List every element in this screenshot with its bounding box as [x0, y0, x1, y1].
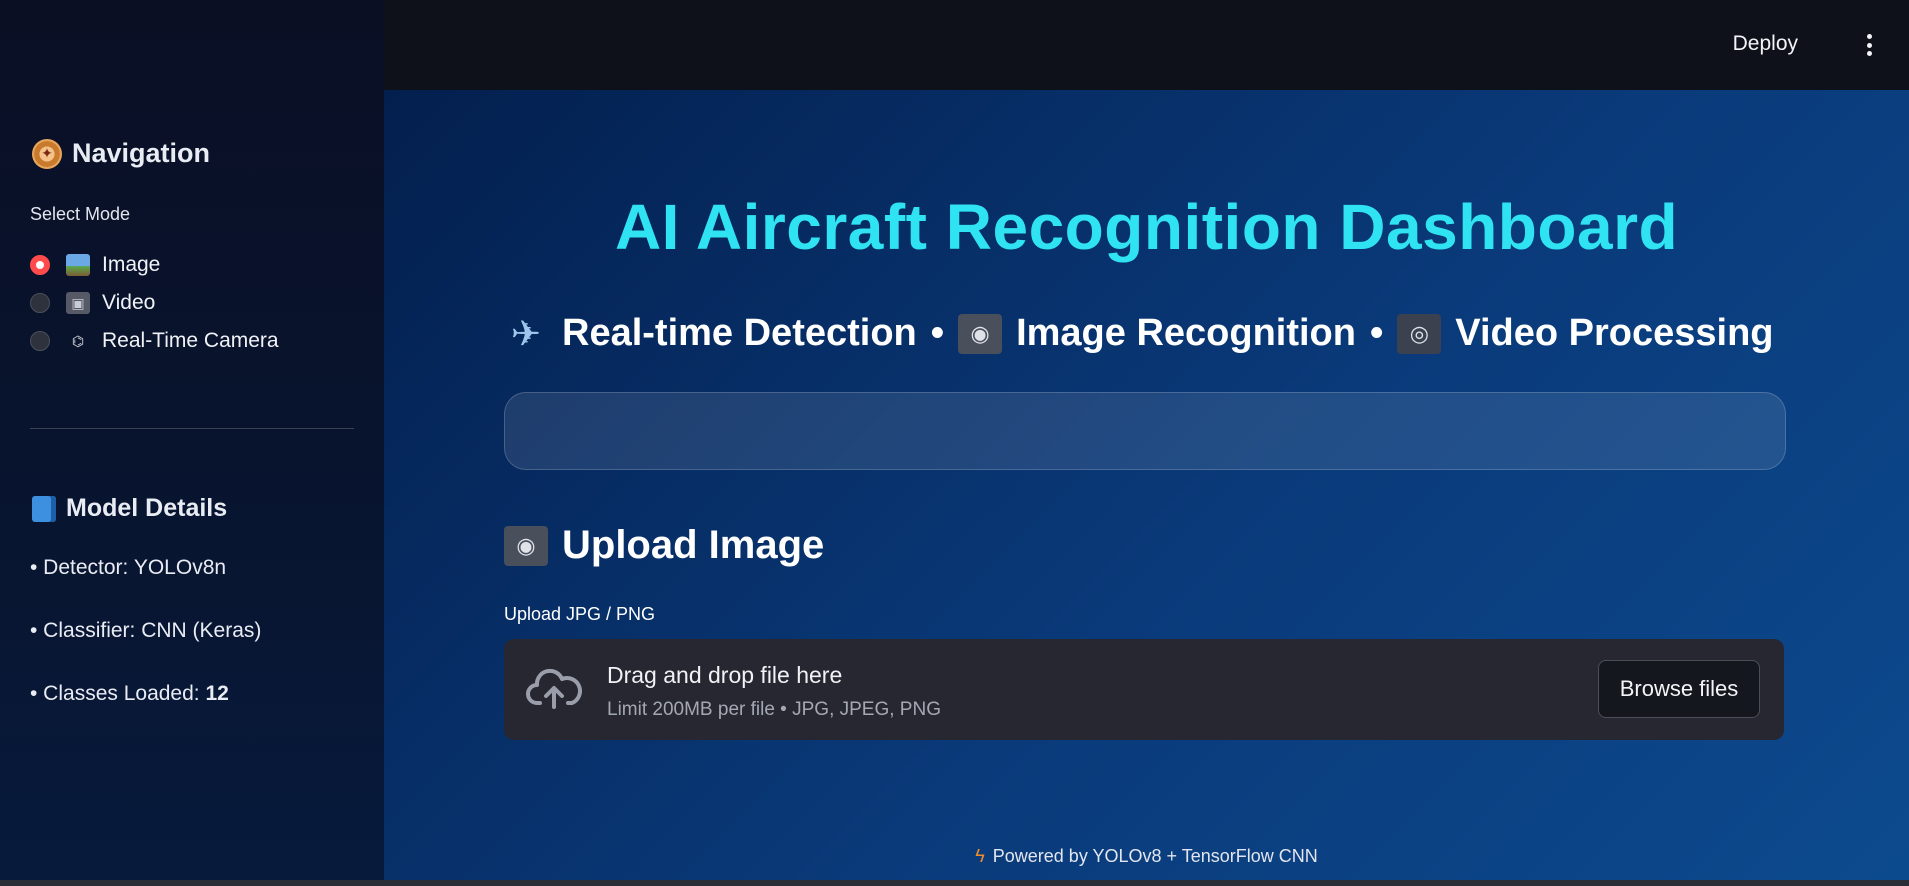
subtitle-image: Image Recognition: [1016, 312, 1356, 354]
detector-detail: • Detector: YOLOv8n: [30, 556, 227, 579]
subtitle-video: Video Processing: [1455, 312, 1774, 354]
mode-label-camera: Real-Time Camera: [102, 329, 279, 352]
kebab-dot: [1867, 34, 1872, 39]
mode-radio-group: Image ▣ Video ⌬ Real-Time Camera: [30, 246, 279, 360]
cloud-upload-icon: [526, 668, 582, 709]
upload-image-heading: ◉ Upload Image: [504, 523, 824, 568]
glass-info-panel: [504, 392, 1786, 470]
subtitle-separator: •: [1369, 312, 1384, 354]
model-details-title: Model Details: [66, 494, 228, 522]
classes-detail: • Classes Loaded: 12: [30, 682, 229, 706]
compass-icon: ✦: [32, 138, 62, 169]
classes-count: 12: [205, 682, 229, 705]
kebab-dot: [1867, 42, 1872, 48]
footer: ϟ Powered by YOLOv8 + TensorFlow CNN: [384, 846, 1909, 867]
browse-files-button[interactable]: Browse files: [1598, 660, 1760, 718]
feature-subtitle: ✈ Real-time Detection • ◉ Image Recognit…: [504, 312, 1774, 355]
page-title: AI Aircraft Recognition Dashboard: [614, 191, 1679, 263]
framed-picture-icon: [66, 254, 90, 276]
upload-image-title: Upload Image: [562, 523, 825, 567]
camera-flash-icon: ◉: [504, 525, 548, 566]
dropzone-limit-text: Limit 200MB per file • JPG, JPEG, PNG: [607, 699, 941, 720]
model-details-heading: Model Details: [32, 494, 227, 523]
sidebar: ✦ Navigation Select Mode Image ▣ Video ⌬…: [0, 0, 384, 886]
radio-button-image[interactable]: [30, 255, 50, 275]
kebab-dot: [1867, 51, 1872, 56]
camera-icon: ◉: [958, 313, 1003, 354]
movie-camera-icon: ◎: [1397, 313, 1442, 354]
kebab-menu-icon[interactable]: [1867, 34, 1873, 56]
subtitle-separator: •: [930, 312, 945, 354]
mode-label-video: Video: [102, 291, 156, 314]
satellite-antenna-icon: ⌬: [71, 332, 85, 349]
subtitle-realtime: Real-time Detection: [562, 312, 917, 354]
radio-button-camera[interactable]: [30, 331, 50, 351]
file-dropzone[interactable]: Drag and drop file here Limit 200MB per …: [504, 639, 1784, 740]
lightning-bolt-icon: ϟ: [975, 846, 985, 866]
top-header-bar: Deploy: [384, 0, 1909, 90]
uploader-label: Upload JPG / PNG: [504, 604, 656, 624]
airplane-departure-icon: ✈: [510, 312, 542, 354]
sidebar-divider: [30, 428, 354, 429]
mode-label-image: Image: [102, 253, 161, 276]
footer-text: Powered by YOLOv8 + TensorFlow CNN: [992, 846, 1318, 866]
film-projector-icon: ▣: [66, 292, 90, 314]
classifier-detail: • Classifier: CNN (Keras): [30, 619, 262, 642]
blue-book-icon: [32, 495, 56, 522]
navigation-heading: ✦ Navigation: [32, 138, 210, 169]
dropzone-title: Drag and drop file here: [607, 662, 843, 688]
radio-button-video[interactable]: [30, 293, 50, 313]
mode-option-image[interactable]: Image: [30, 246, 279, 284]
mode-option-video[interactable]: ▣ Video: [30, 284, 279, 322]
classes-label: • Classes Loaded:: [30, 682, 206, 705]
mode-option-camera[interactable]: ⌬ Real-Time Camera: [30, 322, 279, 360]
main-content: AI Aircraft Recognition Dashboard ✈ Real…: [384, 90, 1909, 880]
navigation-title: Navigation: [72, 138, 211, 168]
bottom-edge-strip: [0, 880, 1909, 886]
select-mode-label: Select Mode: [30, 204, 131, 224]
deploy-button[interactable]: Deploy: [1733, 32, 1798, 56]
